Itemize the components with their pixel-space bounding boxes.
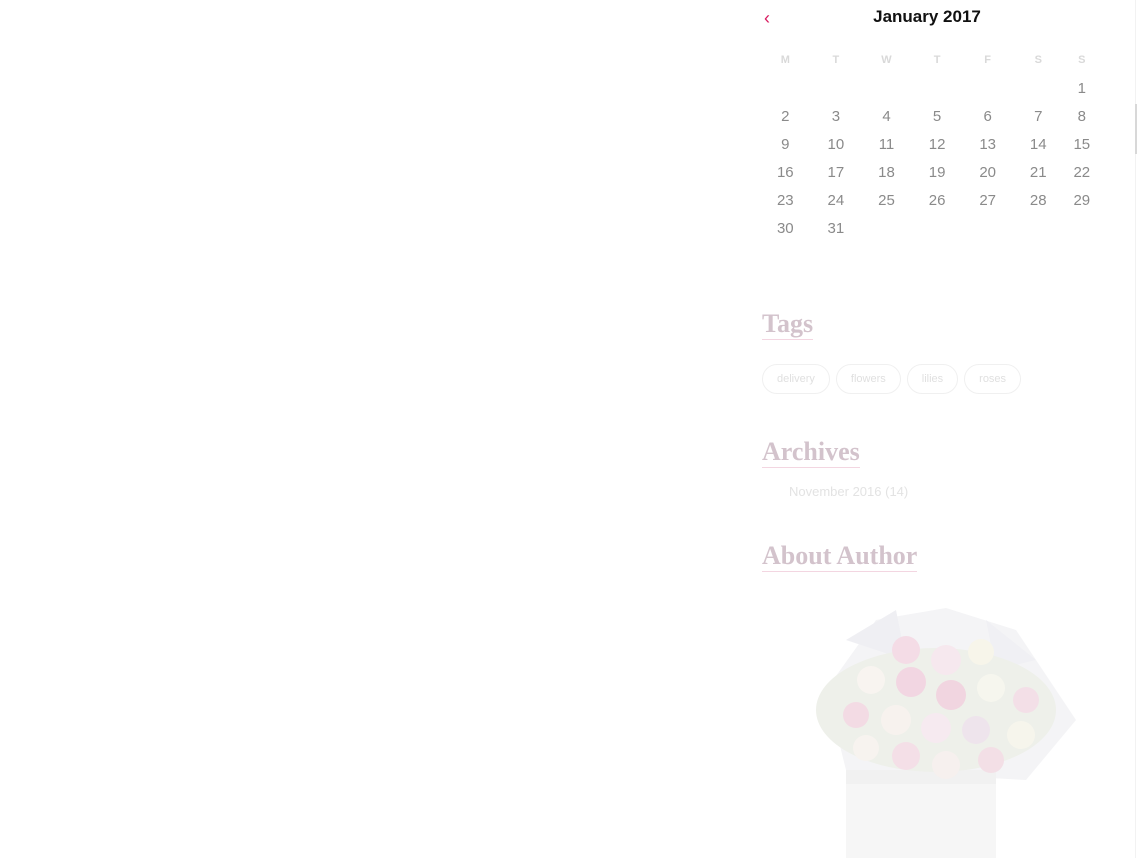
calendar-empty-cell (962, 74, 1013, 102)
tag-lilies[interactable]: lilies (906, 364, 959, 394)
calendar-week-row: 2345678 (760, 102, 1100, 130)
archive-link[interactable]: November 2016 (14) (789, 484, 908, 499)
calendar-day[interactable]: 4 (861, 102, 912, 130)
about-author-title: About Author (762, 541, 918, 572)
calendar-empty-cell (1064, 214, 1100, 242)
tag-cloud: delivery flowers lilies roses (762, 364, 1022, 394)
calendar-day[interactable]: 30 (760, 214, 811, 242)
calendar-empty-cell (811, 74, 862, 102)
calendar-day[interactable]: 6 (962, 102, 1013, 130)
calendar-empty-cell (912, 74, 963, 102)
tag-flowers[interactable]: flowers (835, 364, 901, 394)
calendar-weekday-row: MTWTFSS (760, 46, 1100, 74)
calendar-day[interactable]: 13 (962, 130, 1013, 158)
tag-roses[interactable]: roses (964, 364, 1022, 394)
weekday-label: S (1034, 54, 1042, 66)
calendar-day[interactable]: 8 (1064, 102, 1100, 130)
calendar-day[interactable]: 18 (861, 158, 912, 186)
page: ‹ January 2017 MTWTFSS 1 2 3 4 5 6 7 8 9 10 11 12 13… (0, 0, 1137, 858)
calendar-day[interactable]: 11 (861, 130, 912, 158)
calendar-empty-cell (962, 214, 1013, 242)
calendar-week-row: 30 31 (760, 214, 1100, 242)
calendar-empty-cell (1013, 214, 1064, 242)
weekday-label: W (881, 54, 892, 66)
weekday-label: T (832, 54, 840, 66)
calendar-empty-cell (760, 74, 811, 102)
calendar-day[interactable]: 14 (1013, 130, 1064, 158)
calendar-month-title: January 2017 (873, 7, 981, 26)
calendar-empty-cell (1013, 74, 1064, 102)
calendar-day[interactable]: 7 (1013, 102, 1064, 130)
calendar-day[interactable]: 12 (912, 130, 963, 158)
calendar-day[interactable]: 20 (962, 158, 1013, 186)
calendar-day[interactable]: 9 (760, 130, 811, 158)
calendar-week-row: 16 17 18 19 20 21 22 (760, 158, 1100, 186)
calendar-week-row: 1 (760, 74, 1100, 102)
calendar-day[interactable]: 16 (760, 158, 811, 186)
calendar-day[interactable]: 2 (760, 102, 811, 130)
calendar-day[interactable]: 17 (811, 158, 862, 186)
tags-title: Tags (762, 309, 814, 340)
calendar-grid: MTWTFSS 1 2 3 4 5 6 7 8 9 10 11 12 13 14 15 16 17 18 19 20 2… (760, 46, 1100, 242)
weekday-label: S (1078, 54, 1086, 66)
tag-delivery[interactable]: delivery (762, 364, 830, 394)
archive-month: November 2016 (789, 484, 882, 499)
calendar-empty-cell (861, 214, 912, 242)
weekday-label: T (933, 54, 941, 66)
weekday-label: F (984, 54, 992, 66)
calendar-day[interactable]: 3 (811, 102, 862, 130)
archives-title: Archives (762, 437, 860, 468)
calendar-week-row: 23 24 25 26 27 28 29 (760, 186, 1100, 214)
calendar-day[interactable]: 10 (811, 130, 862, 158)
calendar-day[interactable]: 31 (811, 214, 862, 242)
calendar-day[interactable]: 29 (1064, 186, 1100, 214)
calendar-week-row: 9 10 11 12 13 14 15 (760, 130, 1100, 158)
calendar-day[interactable]: 24 (811, 186, 862, 214)
calendar-day[interactable]: 5 (912, 102, 963, 130)
calendar-empty-cell (861, 74, 912, 102)
calendar-days: 1 2 3 4 5 6 7 8 9 10 11 12 13 14 15 16 17 18 19 20 21 22 23 24 2… (760, 74, 1100, 242)
calendar-day[interactable]: 22 (1064, 158, 1100, 186)
calendar-day[interactable]: 28 (1013, 186, 1064, 214)
flower-bouquet-image (816, 608, 1076, 858)
calendar-day[interactable]: 15 (1064, 130, 1100, 158)
calendar-day[interactable]: 25 (861, 186, 912, 214)
calendar-day[interactable]: 26 (912, 186, 963, 214)
calendar-day[interactable]: 23 (760, 186, 811, 214)
calendar-header: ‹ January 2017 (760, 0, 1100, 34)
sidebar: ‹ January 2017 MTWTFSS 1 2 3 4 5 6 7 8 9 10 11 12 13… (760, 0, 1100, 858)
calendar-empty-cell (912, 214, 963, 242)
calendar-day[interactable]: 27 (962, 186, 1013, 214)
calendar-day[interactable]: 1 (1064, 74, 1100, 102)
archive-count: (14) (885, 484, 909, 499)
calendar-day[interactable]: 21 (1013, 158, 1064, 186)
calendar-day[interactable]: 19 (912, 158, 963, 186)
weekday-label: M (780, 54, 790, 66)
